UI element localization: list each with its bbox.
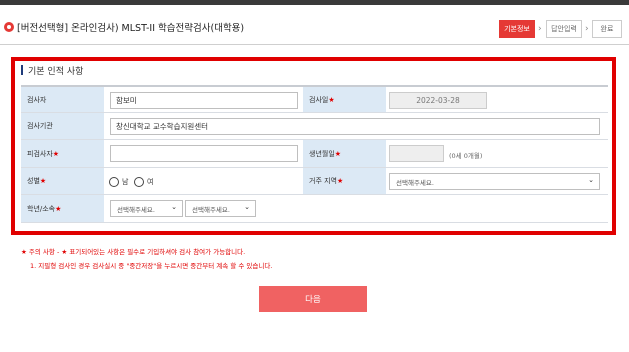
form-row-institution: 검사기관 창신대학교 교수학습지원센터 (21, 113, 608, 140)
gender-female-label: 여 (147, 178, 154, 186)
step-basic-info: 기본정보 (499, 20, 535, 38)
gender-label: 성별 ★ (21, 168, 104, 194)
department-select-value: 선택해주세요. (192, 205, 230, 214)
step-complete: 완료 (592, 20, 622, 38)
chevron-down-icon: ⌄ (588, 176, 594, 184)
gender-male-radio[interactable] (109, 177, 119, 187)
chevron-down-icon: ⌄ (171, 203, 177, 211)
region-select[interactable]: 선택해주세요. ⌄ (389, 173, 600, 190)
region-select-value: 선택해주세요. (396, 178, 434, 187)
step-answer-input: 답안입력 (546, 20, 582, 38)
form-row-examiner: 검사자 함보미 검사일 ★ 2022-03-28 (21, 85, 608, 113)
section-title-bar (21, 65, 23, 75)
examiner-label: 검사자 (21, 87, 104, 112)
gender-male-label: 남 (122, 178, 129, 186)
next-button[interactable]: 다음 (259, 286, 367, 312)
examinee-input[interactable] (110, 145, 298, 162)
title-bar: [버전선택형] 온라인검사) MLST-II 학습전략검사(대학용) 기본정보 … (0, 5, 629, 45)
department-select[interactable]: 선택해주세요. ⌄ (185, 200, 256, 217)
form-row-gender: 성별 ★ 남 여 거주 지역 ★ 선택해주세요. ⌄ (21, 168, 608, 195)
grade-label: 학년/소속 ★ (21, 195, 104, 222)
exam-date-input: 2022-03-28 (389, 92, 487, 109)
gender-female-radio[interactable] (134, 177, 144, 187)
birth-input[interactable] (389, 145, 444, 162)
chevron-down-icon: ⌄ (244, 203, 250, 211)
step-arrow-icon: › (585, 24, 589, 34)
section-title: 기본 인적 사항 (28, 67, 84, 77)
title-bullet-icon (4, 22, 14, 32)
grade-select-value: 선택해주세요. (117, 205, 155, 214)
region-label: 거주 지역 ★ (303, 168, 386, 194)
step-arrow-icon: › (538, 24, 542, 34)
grade-select[interactable]: 선택해주세요. ⌄ (110, 200, 183, 217)
examiner-input[interactable]: 함보미 (110, 92, 298, 109)
institution-input[interactable]: 창신대학교 교수학습지원센터 (110, 118, 600, 135)
birth-label: 생년월일 ★ (303, 140, 386, 167)
required-notice: ★ 주의 사항 - ★ 표기되어있는 사항은 필수로 기입하셔야 검사 참여가 … (21, 248, 246, 256)
examinee-label: 피검사자 ★ (21, 140, 104, 167)
exam-date-label: 검사일 ★ (303, 87, 386, 112)
form-row-examinee: 피검사자 ★ 생년월일 ★ (0세 0개월) (21, 140, 608, 168)
page-title: [버전선택형] 온라인검사) MLST-II 학습전략검사(대학용) (17, 23, 245, 34)
form-row-grade: 학년/소속 ★ 선택해주세요. ⌄ 선택해주세요. ⌄ (21, 195, 608, 223)
institution-label: 검사기관 (21, 113, 104, 139)
save-notice: 1. 지필형 검사인 경우 검사실시 중 "중간저장"을 누르시면 중간부터 계… (30, 262, 273, 270)
age-display: (0세 0개월) (449, 152, 483, 160)
